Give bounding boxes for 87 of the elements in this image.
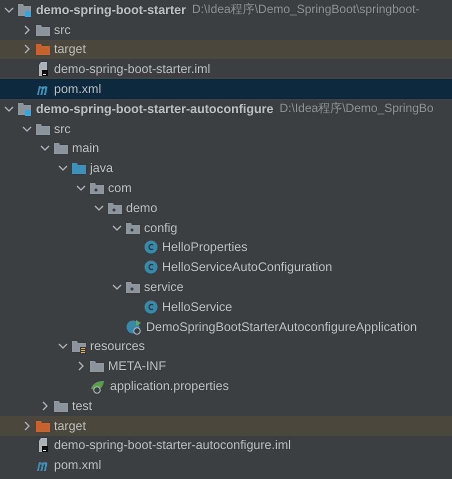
tree-row[interactable]: target xyxy=(0,40,452,60)
class-icon xyxy=(144,260,158,274)
tree-item-label: demo-spring-boot-starter.iml xyxy=(54,62,210,76)
package-icon xyxy=(108,200,122,215)
file-icon xyxy=(36,438,50,452)
class-icon xyxy=(144,300,158,314)
tree-item-label: src xyxy=(54,122,71,136)
chevron-down-icon[interactable] xyxy=(112,222,122,233)
tree-row[interactable]: config xyxy=(0,218,452,238)
chevron-down-icon[interactable] xyxy=(76,183,86,194)
tree-row[interactable]: test xyxy=(0,396,452,416)
tree-item-label: application.properties xyxy=(110,379,229,394)
chevron-down-icon[interactable] xyxy=(4,4,14,15)
tree-row[interactable]: src xyxy=(0,118,452,139)
package-icon xyxy=(126,280,140,294)
class-icon xyxy=(144,240,158,254)
chevron-right-icon[interactable] xyxy=(40,400,50,411)
tree-item-label: target xyxy=(54,418,86,433)
chevron-right-icon[interactable] xyxy=(22,420,32,431)
tree-row[interactable]: src xyxy=(0,20,452,40)
tree-item-label: pom.xml xyxy=(54,458,102,472)
folder-icon xyxy=(54,398,68,413)
tree-row[interactable]: target xyxy=(0,416,452,436)
tree-item-label: src xyxy=(54,22,71,37)
tree-item-label: HelloProperties xyxy=(162,240,248,254)
tree-row[interactable]: application.properties xyxy=(0,376,452,396)
tree-row[interactable]: demo-spring-boot-starter-autoconfigure D:\Idea程序\Demo_SpringBo xyxy=(0,98,452,119)
tree-row[interactable]: HelloServiceAutoConfiguration xyxy=(0,257,452,278)
tree-row[interactable]: META-INF xyxy=(0,356,452,376)
tree-item-label: com xyxy=(108,181,132,196)
chevron-down-icon[interactable] xyxy=(22,124,32,134)
tree-row[interactable]: java xyxy=(0,158,452,178)
chevron-down-icon[interactable] xyxy=(112,282,122,292)
module-path: D:\Idea程序\Demo_SpringBo xyxy=(280,100,434,118)
folder-icon xyxy=(36,42,50,56)
tree-item-label: service xyxy=(144,280,184,294)
tree-item-label: HelloServiceAutoConfiguration xyxy=(162,260,332,274)
tree-row[interactable]: demo-spring-boot-starter-autoconfigure.iml xyxy=(0,436,452,456)
tree-item-label: demo-spring-boot-starter xyxy=(36,2,186,17)
tree-item-label: config xyxy=(144,220,178,235)
folder-icon xyxy=(36,22,50,37)
module-path: D:\Idea程序\Demo_SpringBoot\springboot- xyxy=(192,1,420,18)
tree-row[interactable]: HelloService xyxy=(0,296,452,317)
tree-row[interactable]: com xyxy=(0,178,452,198)
chevron-down-icon[interactable] xyxy=(4,104,14,114)
tree-item-label: META-INF xyxy=(108,359,166,374)
tree-item-label: java xyxy=(90,161,113,176)
tree-row[interactable]: DemoSpringBootStarterAutoconfigureApplication xyxy=(0,316,452,337)
tree-row[interactable]: HelloProperties xyxy=(0,238,452,258)
package-icon xyxy=(126,220,140,235)
tree-row[interactable]: demo-spring-boot-starter.iml xyxy=(0,59,452,80)
folder-icon xyxy=(90,359,104,374)
folder-icon xyxy=(72,161,86,176)
tree-item-label: demo-spring-boot-starter-autoconfigure xyxy=(36,102,274,116)
folder-icon xyxy=(36,418,50,433)
tree-item-label: test xyxy=(72,398,92,413)
chevron-down-icon[interactable] xyxy=(94,202,104,213)
tree-item-label: resources xyxy=(90,339,145,354)
folder-icon xyxy=(72,339,86,354)
tree-item-label: DemoSpringBootStarterAutoconfigureApplication xyxy=(146,320,417,334)
chevron-right-icon[interactable] xyxy=(22,24,32,35)
file-icon xyxy=(36,62,50,76)
tree-item-label: demo xyxy=(126,200,158,215)
tree-row[interactable]: demo-spring-boot-starter D:\Idea程序\Demo_SpringBoot\springboot- xyxy=(0,0,452,20)
folder-icon xyxy=(54,141,68,156)
chevron-down-icon[interactable] xyxy=(40,143,50,154)
chevron-down-icon[interactable] xyxy=(58,341,68,352)
tree-row[interactable]: demo xyxy=(0,198,452,218)
tree-row[interactable]: main xyxy=(0,138,452,158)
tree-item-label: target xyxy=(54,42,86,56)
module-folder-icon xyxy=(18,102,32,116)
package-icon xyxy=(90,181,104,196)
run-class-icon xyxy=(126,318,142,335)
tree-item-label: demo-spring-boot-starter-autoconfigure.iml xyxy=(54,438,291,452)
tree-item-label: HelloService xyxy=(162,300,232,314)
tree-row[interactable]: pom.xml xyxy=(0,455,452,476)
tree-row[interactable]: pom.xml xyxy=(0,79,452,99)
tree-item-label: main xyxy=(72,141,100,156)
chevron-right-icon[interactable] xyxy=(76,361,86,372)
tree-item-label: pom.xml xyxy=(54,82,102,96)
chevron-right-icon[interactable] xyxy=(22,44,32,54)
folder-icon xyxy=(36,122,50,136)
leaf-icon xyxy=(90,378,106,394)
chevron-down-icon[interactable] xyxy=(58,163,68,174)
tree-row[interactable]: service xyxy=(0,277,452,297)
module-folder-icon xyxy=(18,2,32,17)
tree-row[interactable]: resources xyxy=(0,336,452,356)
